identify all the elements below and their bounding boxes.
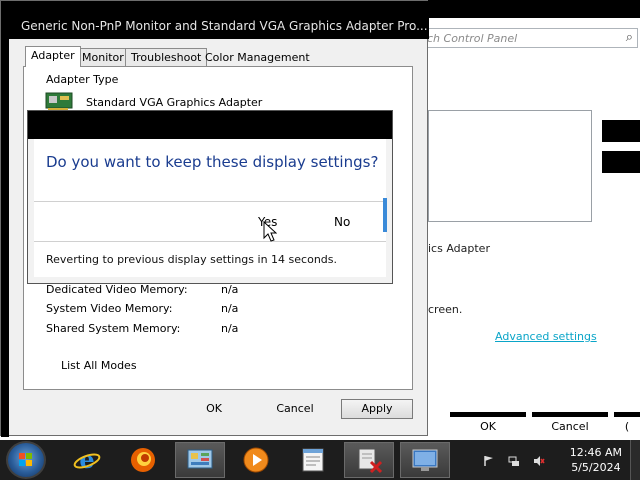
start-button[interactable] xyxy=(6,441,46,479)
cp-apply-label: ( xyxy=(624,420,630,433)
tab-monitor[interactable]: Monitor xyxy=(76,48,130,66)
tab-troubleshoot[interactable]: Troubleshoot xyxy=(125,48,208,66)
identify-button[interactable] xyxy=(602,120,640,142)
adapter-text: ics Adapter xyxy=(428,242,490,255)
focus-accent xyxy=(383,198,387,232)
dialog-title-bar[interactable]: Generic Non-PnP Monitor and Standard VGA… xyxy=(1,1,429,39)
screen-text: creen. xyxy=(428,303,463,316)
action-center-flag-icon[interactable] xyxy=(483,455,495,467)
graphics-card-icon xyxy=(45,92,73,111)
system-memory-label: System Video Memory: xyxy=(46,302,173,315)
show-desktop-button[interactable] xyxy=(630,440,640,480)
shared-memory-value: n/a xyxy=(221,322,239,335)
clock-date: 5/5/2024 xyxy=(571,461,621,474)
volume-muted-icon[interactable] xyxy=(533,455,545,467)
cp-cancel-label: Cancel xyxy=(551,420,589,433)
setup-tool-icon[interactable] xyxy=(344,442,394,478)
divider xyxy=(34,241,386,242)
confirm-body: Do you want to keep these display settin… xyxy=(34,139,386,277)
dialog-left-border xyxy=(1,39,9,437)
taskbar: e 12:46 AM 5/5/2024 xyxy=(0,440,640,480)
media-player-icon[interactable] xyxy=(231,442,281,478)
tab-adapter[interactable]: Adapter xyxy=(25,46,81,67)
clock-time: 12:46 AM xyxy=(569,446,622,459)
svg-text:e: e xyxy=(79,446,94,474)
confirm-question: Do you want to keep these display settin… xyxy=(46,153,379,171)
advanced-settings-link[interactable]: Advanced settings xyxy=(495,330,597,343)
confirm-title-bar[interactable] xyxy=(28,111,392,139)
adapter-type-label: Adapter Type xyxy=(46,73,119,86)
network-icon[interactable] xyxy=(508,455,520,467)
search-input[interactable]: ch Control Panel ⌕ xyxy=(420,28,638,48)
list-all-modes-button[interactable]: List All Modes xyxy=(61,359,137,372)
shared-memory-label: Shared System Memory: xyxy=(46,322,181,335)
tab-color-management[interactable]: Color Management xyxy=(199,48,316,66)
no-button[interactable]: No xyxy=(334,215,350,229)
firefox-icon[interactable] xyxy=(118,442,168,478)
cp-cancel-button[interactable]: Cancel xyxy=(532,412,608,440)
notepad-icon[interactable] xyxy=(288,442,338,478)
detect-button[interactable] xyxy=(602,151,640,173)
display-settings-icon[interactable] xyxy=(400,442,450,478)
internet-explorer-icon[interactable]: e xyxy=(62,442,112,478)
search-icon[interactable]: ⌕ xyxy=(626,30,633,45)
dedicated-memory-label: Dedicated Video Memory: xyxy=(46,283,188,296)
control-panel-icon[interactable] xyxy=(175,442,225,478)
windows-logo-icon xyxy=(19,453,32,466)
ok-button[interactable]: OK xyxy=(178,399,250,419)
apply-button[interactable]: Apply xyxy=(341,399,413,419)
cp-apply-button[interactable]: ( xyxy=(614,412,640,440)
search-placeholder: ch Control Panel xyxy=(427,32,518,45)
revert-countdown: Reverting to previous display settings i… xyxy=(46,253,337,266)
cancel-button[interactable]: Cancel xyxy=(259,399,331,419)
monitor-preview[interactable] xyxy=(428,110,592,222)
adapter-name: Standard VGA Graphics Adapter xyxy=(86,96,263,109)
system-memory-value: n/a xyxy=(221,302,239,315)
system-clock[interactable]: 12:46 AM 5/5/2024 xyxy=(570,445,622,475)
keep-settings-dialog: Do you want to keep these display settin… xyxy=(27,110,393,284)
dialog-title: Generic Non-PnP Monitor and Standard VGA… xyxy=(21,19,428,33)
divider xyxy=(34,201,386,202)
cp-ok-label: OK xyxy=(480,420,496,433)
mouse-cursor-icon xyxy=(263,221,277,242)
cp-ok-button[interactable]: OK xyxy=(450,412,526,440)
dedicated-memory-value: n/a xyxy=(221,283,239,296)
